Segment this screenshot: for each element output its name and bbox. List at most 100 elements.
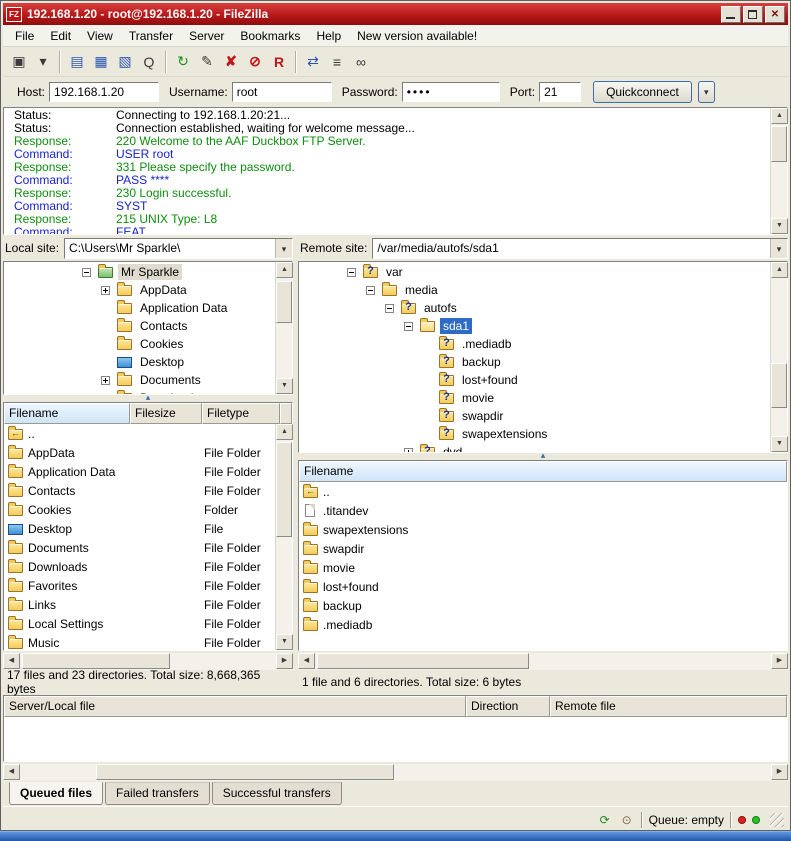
menu-item[interactable]: View xyxy=(79,26,121,46)
file-row[interactable]: Documents File Folder xyxy=(4,538,275,557)
scrollbar-thumb[interactable] xyxy=(96,764,394,780)
tree-expander[interactable] xyxy=(101,394,110,395)
tree-expander[interactable] xyxy=(404,322,413,331)
local-list-scrollbar[interactable] xyxy=(275,424,292,650)
file-row[interactable]: swapextensions xyxy=(299,520,787,539)
disconnect-button[interactable]: ⊘ xyxy=(243,50,267,74)
tree-item[interactable]: movie xyxy=(307,389,770,407)
scroll-down-button[interactable] xyxy=(276,634,293,650)
file-row[interactable]: .titandev xyxy=(299,501,787,520)
queue-tab[interactable]: Queued files xyxy=(9,782,103,805)
scroll-down-button[interactable] xyxy=(771,436,788,452)
quickconnect-button[interactable]: Quickconnect xyxy=(593,81,692,103)
toggle-remote-tree-button[interactable]: ▧ xyxy=(113,50,137,74)
scroll-down-button[interactable] xyxy=(771,218,788,234)
resize-grip[interactable] xyxy=(770,813,784,827)
reconnect-button[interactable]: R xyxy=(267,50,291,74)
scrollbar-thumb[interactable] xyxy=(771,363,787,408)
tree-expander[interactable] xyxy=(423,394,432,403)
tree-item[interactable]: Application Data xyxy=(4,299,275,317)
tree-expander[interactable] xyxy=(101,358,110,367)
scroll-right-button[interactable] xyxy=(276,653,293,669)
port-input[interactable] xyxy=(539,82,581,102)
toggle-local-tree-button[interactable]: ▦ xyxy=(89,50,113,74)
scrollbar-thumb[interactable] xyxy=(771,126,787,162)
tree-item[interactable]: media xyxy=(307,281,770,299)
scroll-up-button[interactable] xyxy=(771,262,788,278)
directory-comparison-button[interactable]: ≡ xyxy=(325,50,349,74)
file-row[interactable]: .. xyxy=(4,424,275,443)
tree-item[interactable]: Documents xyxy=(4,371,275,389)
file-row[interactable]: Cookies Folder xyxy=(4,500,275,519)
remote-list-hscrollbar[interactable] xyxy=(298,653,788,670)
tree-expander[interactable] xyxy=(423,412,432,421)
file-row[interactable]: Desktop File xyxy=(4,519,275,538)
file-row[interactable]: Favorites File Folder xyxy=(4,576,275,595)
file-row[interactable]: Contacts File Folder xyxy=(4,481,275,500)
file-row[interactable]: AppData File Folder xyxy=(4,443,275,462)
toggle-message-log-button[interactable]: ▤ xyxy=(65,50,89,74)
file-row[interactable]: lost+found xyxy=(299,577,787,596)
local-tree-scrollbar[interactable] xyxy=(275,262,292,394)
restore-button[interactable] xyxy=(743,6,763,23)
scroll-right-button[interactable] xyxy=(771,653,788,669)
menu-item[interactable]: Server xyxy=(181,26,232,46)
tree-expander[interactable] xyxy=(82,268,91,277)
file-row[interactable]: Links File Folder xyxy=(4,595,275,614)
tree-expander[interactable] xyxy=(423,340,432,349)
tree-expander[interactable] xyxy=(101,286,110,295)
tree-expander[interactable] xyxy=(101,376,110,385)
queue-tab[interactable]: Failed transfers xyxy=(105,782,210,805)
tree-item[interactable]: AppData xyxy=(4,281,275,299)
remote-tree-scrollbar[interactable] xyxy=(770,262,787,452)
tree-expander[interactable] xyxy=(366,286,375,295)
tree-item[interactable]: backup xyxy=(307,353,770,371)
tree-item[interactable]: Mr Sparkle xyxy=(4,263,275,281)
file-row[interactable]: Local Settings File Folder xyxy=(4,614,275,633)
message-log-scrollbar[interactable] xyxy=(770,108,787,234)
tree-expander[interactable] xyxy=(423,376,432,385)
remote-site-path[interactable]: /var/media/autofs/sda1 xyxy=(373,239,770,258)
cancel-button[interactable]: ✘ xyxy=(219,50,243,74)
tree-item[interactable]: Desktop xyxy=(4,353,275,371)
site-manager-button[interactable]: ▣ xyxy=(7,50,31,74)
file-row[interactable]: .mediadb xyxy=(299,615,787,634)
tree-item[interactable]: sda1 xyxy=(307,317,770,335)
file-row[interactable]: Music File Folder xyxy=(4,633,275,650)
tree-expander[interactable] xyxy=(101,322,110,331)
password-input[interactable] xyxy=(402,82,500,102)
tree-item[interactable]: .mediadb xyxy=(307,335,770,353)
tree-item[interactable]: Downloads xyxy=(4,389,275,394)
column-header-filetype[interactable]: Filetype xyxy=(202,403,280,424)
tree-expander[interactable] xyxy=(101,340,110,349)
file-search-button[interactable]: ∞ xyxy=(349,50,373,74)
menu-item[interactable]: File xyxy=(7,26,42,46)
scroll-left-button[interactable] xyxy=(298,653,315,669)
column-header-filename[interactable]: Filename xyxy=(4,403,130,424)
titlebar[interactable]: FZ 192.168.1.20 - root@192.168.1.20 - Fi… xyxy=(3,3,788,25)
queue-hscrollbar[interactable] xyxy=(3,764,788,781)
tree-item[interactable]: autofs xyxy=(307,299,770,317)
column-header-filesize[interactable]: Filesize xyxy=(130,403,202,424)
scroll-down-button[interactable] xyxy=(276,378,293,394)
scroll-right-button[interactable] xyxy=(771,764,788,780)
menu-item[interactable]: Edit xyxy=(42,26,79,46)
tree-expander[interactable] xyxy=(404,448,413,453)
file-row[interactable]: swapdir xyxy=(299,539,787,558)
local-site-combobox[interactable]: C:\Users\Mr Sparkle\ xyxy=(64,238,293,259)
file-row[interactable]: Application Data File Folder xyxy=(4,462,275,481)
tree-item[interactable]: dvd xyxy=(307,443,770,452)
host-input[interactable] xyxy=(49,82,159,102)
tree-item[interactable]: Cookies xyxy=(4,335,275,353)
tree-item[interactable]: lost+found xyxy=(307,371,770,389)
minimize-button[interactable] xyxy=(721,6,741,23)
menu-item[interactable]: Transfer xyxy=(121,26,181,46)
remote-pane-splitter[interactable] xyxy=(298,453,788,460)
tree-item[interactable]: swapextensions xyxy=(307,425,770,443)
column-header-remote-file[interactable]: Remote file xyxy=(550,696,787,717)
chevron-down-icon[interactable] xyxy=(770,239,787,258)
file-row[interactable]: backup xyxy=(299,596,787,615)
column-header-local-file[interactable]: Server/Local file xyxy=(4,696,466,717)
process-queue-button[interactable]: ✎ xyxy=(195,50,219,74)
tree-expander[interactable] xyxy=(347,268,356,277)
